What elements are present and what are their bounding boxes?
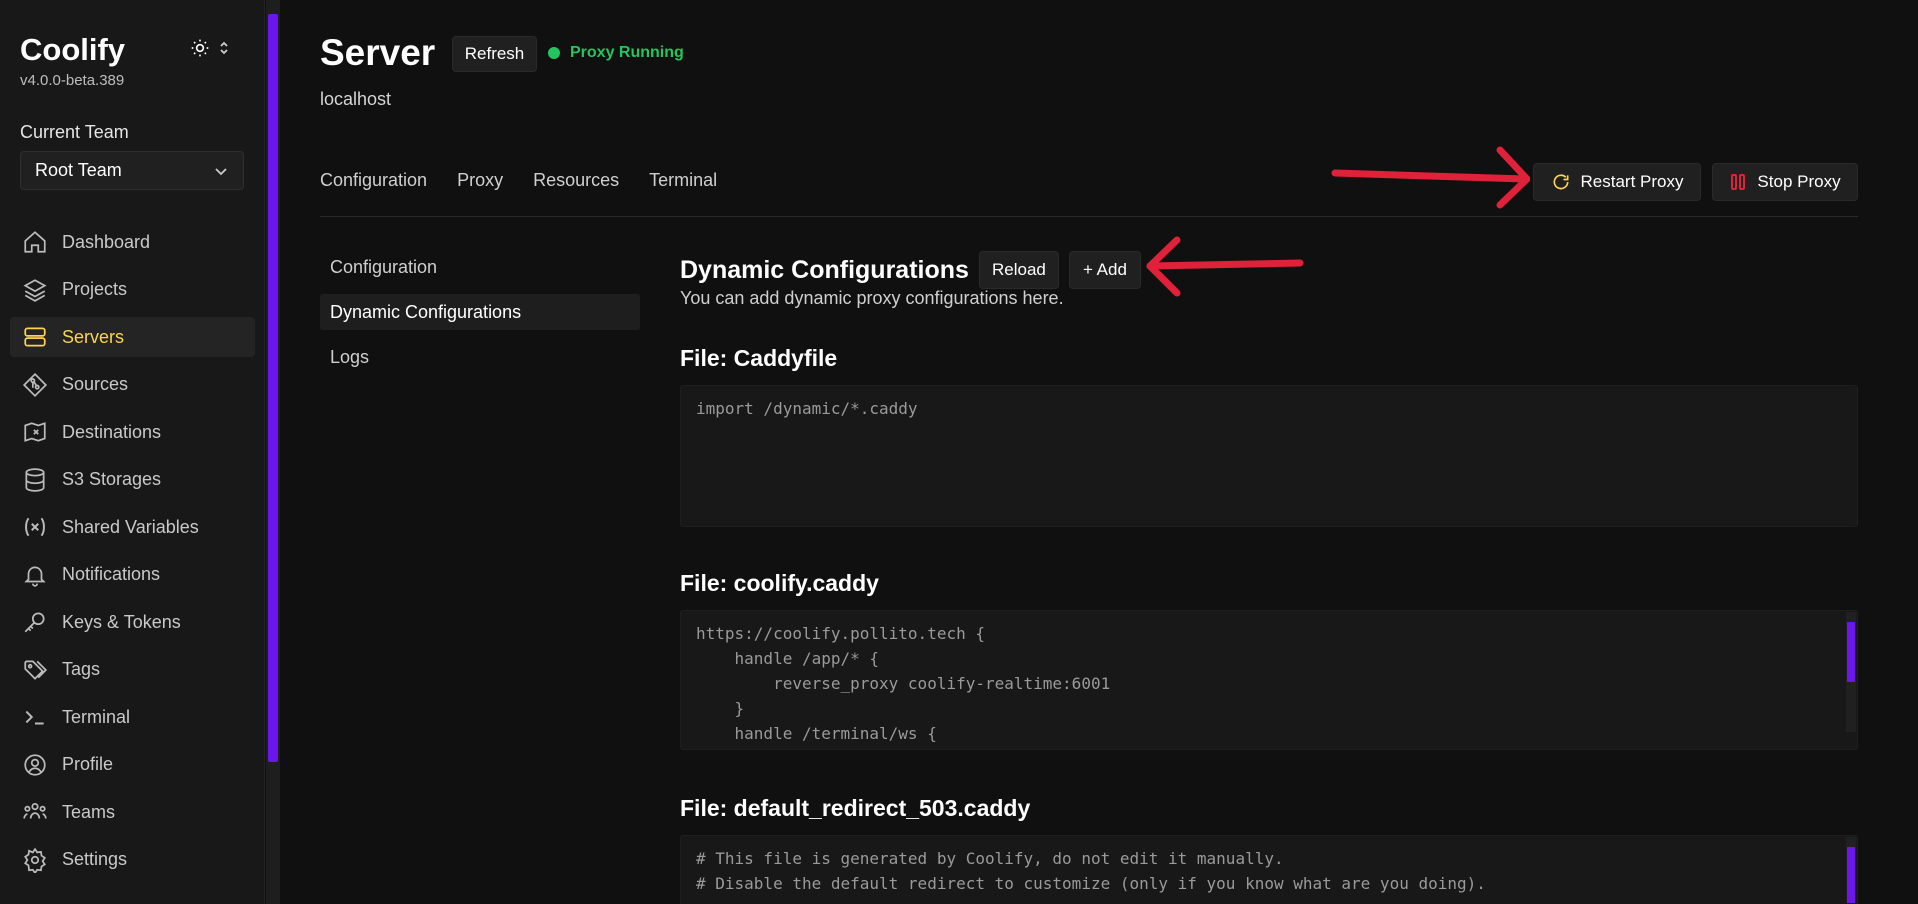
sidebar-item-notifications[interactable]: Notifications: [10, 555, 255, 595]
theme-toggle[interactable]: [190, 36, 238, 60]
sidebar-item-label: Shared Variables: [62, 516, 199, 537]
brand-name[interactable]: Coolify: [20, 32, 125, 68]
server-name: localhost: [320, 89, 392, 109]
file-title-caddyfile: File: Caddyfile: [680, 345, 838, 371]
sidebar-item-profile[interactable]: Profile: [10, 745, 255, 785]
sidebar-scrollbar-thumb[interactable]: [268, 14, 278, 762]
stop-proxy-button[interactable]: Stop Proxy: [1712, 163, 1858, 201]
git-icon: [22, 372, 48, 397]
proxy-subnav: Configuration Dynamic Configurations Log…: [320, 249, 640, 384]
server-icon: [24, 327, 46, 347]
annotation-arrow-restart: [1331, 146, 1530, 209]
page-title: Server: [320, 32, 436, 73]
default-redirect-editor[interactable]: # This file is generated by Coolify, do …: [680, 835, 1858, 904]
tab-configuration[interactable]: Configuration: [320, 170, 427, 191]
team-select-value: Root Team: [35, 160, 122, 180]
sidebar-item-keys-tokens[interactable]: Keys & Tokens: [10, 602, 255, 642]
sidebar-item-settings[interactable]: Settings: [10, 840, 255, 880]
reload-button[interactable]: Reload: [978, 251, 1059, 289]
user-icon: [24, 753, 46, 776]
sidebar-item-tags[interactable]: Tags: [10, 650, 255, 690]
proxy-status-text: Proxy Running: [570, 44, 684, 61]
sidebar-item-label: Tags: [62, 659, 101, 679]
destination-icon: [24, 422, 46, 442]
chevron-down-icon: [215, 167, 227, 175]
subnav-item-configuration[interactable]: Configuration: [320, 249, 640, 285]
sidebar-item-teams[interactable]: Teams: [10, 792, 255, 832]
dynamic-config-header: Dynamic Configurations Reload + Add: [680, 251, 1141, 289]
add-config-button[interactable]: + Add: [1068, 251, 1141, 289]
sidebar-item-shared-variables[interactable]: Shared Variables: [10, 507, 255, 547]
proxy-status: Proxy Running: [548, 44, 684, 62]
layers-icon: [23, 278, 47, 302]
users-icon: [23, 803, 47, 819]
sidebar-nav: Dashboard Projects Servers Sources Desti…: [10, 222, 255, 887]
tab-proxy[interactable]: Proxy: [457, 170, 503, 191]
tab-terminal[interactable]: Terminal: [649, 170, 717, 191]
sidebar-item-label: Terminal: [62, 706, 131, 727]
coolify-caddy-editor[interactable]: https://coolify.pollito.tech { handle /a…: [680, 610, 1858, 750]
coolify-caddy-scrollbar[interactable]: [1846, 612, 1856, 732]
team-select[interactable]: Root Team: [20, 151, 244, 190]
server-tabs: Configuration Proxy Resources Terminal: [320, 170, 717, 191]
sidebar-item-label: Sources: [62, 374, 129, 394]
sidebar-item-destinations[interactable]: Destinations: [10, 412, 255, 452]
gear-icon: [24, 847, 46, 873]
restart-proxy-button[interactable]: Restart Proxy: [1533, 163, 1701, 201]
current-team-label: Current Team: [20, 122, 129, 142]
bell-icon: [24, 566, 46, 587]
tab-resources[interactable]: Resources: [533, 170, 619, 191]
pause-icon: [1731, 174, 1746, 190]
sidebar-item-servers[interactable]: Servers: [10, 317, 255, 357]
sidebar-item-label: Keys & Tokens: [62, 611, 181, 632]
caddyfile-editor[interactable]: import /dynamic/*.caddy: [680, 385, 1858, 527]
section-title: Dynamic Configurations: [680, 255, 969, 284]
key-icon: [24, 612, 45, 633]
sidebar-item-label: Destinations: [62, 421, 162, 442]
file-title-coolify-caddy: File: coolify.caddy: [680, 570, 879, 596]
sidebar-item-projects[interactable]: Projects: [10, 270, 255, 310]
sidebar-item-sources[interactable]: Sources: [10, 365, 255, 405]
database-icon: [25, 467, 45, 492]
sun-icon: [191, 39, 209, 57]
home-icon: [24, 231, 46, 253]
sidebar-item-dashboard[interactable]: Dashboard: [10, 222, 255, 262]
tabs-divider: [320, 216, 1858, 217]
terminal-icon: [25, 710, 44, 725]
sidebar-item-label: Notifications: [62, 564, 161, 584]
chevron-updown-icon: [220, 41, 228, 55]
app-version: v4.0.0-beta.389: [20, 72, 125, 89]
sidebar-item-label: Servers: [62, 326, 125, 347]
sidebar-item-label: Settings: [62, 849, 128, 869]
sidebar: Coolify v4.0.0-beta.389 Current Team Roo…: [0, 0, 265, 904]
sidebar-item-label: Projects: [62, 279, 128, 299]
subnav-item-dynamic-configurations[interactable]: Dynamic Configurations: [320, 294, 640, 330]
sidebar-item-label: Dashboard: [62, 231, 151, 252]
annotation-arrow-add: [1146, 236, 1304, 297]
sidebar-item-label: S3 Storages: [62, 469, 162, 489]
refresh-icon: [1553, 174, 1568, 190]
file-title-default-redirect: File: default_redirect_503.caddy: [680, 795, 1031, 821]
default-redirect-scrollbar[interactable]: [1846, 837, 1856, 903]
main-content: Server Refresh Proxy Running localhost C…: [280, 0, 1898, 904]
sidebar-item-label: Teams: [62, 801, 116, 822]
status-dot-icon: [548, 47, 560, 59]
stop-proxy-label: Stop Proxy: [1757, 172, 1841, 191]
subnav-item-logs[interactable]: Logs: [320, 339, 640, 375]
refresh-button[interactable]: Refresh: [452, 36, 537, 72]
sidebar-item-label: Profile: [62, 754, 114, 774]
variable-icon: [25, 517, 45, 537]
section-description: You can add dynamic proxy configurations…: [680, 288, 1064, 308]
tag-icon: [24, 659, 48, 680]
restart-proxy-label: Restart Proxy: [1580, 172, 1684, 191]
sidebar-item-s3-storages[interactable]: S3 Storages: [10, 460, 255, 500]
sidebar-item-terminal[interactable]: Terminal: [10, 697, 255, 737]
